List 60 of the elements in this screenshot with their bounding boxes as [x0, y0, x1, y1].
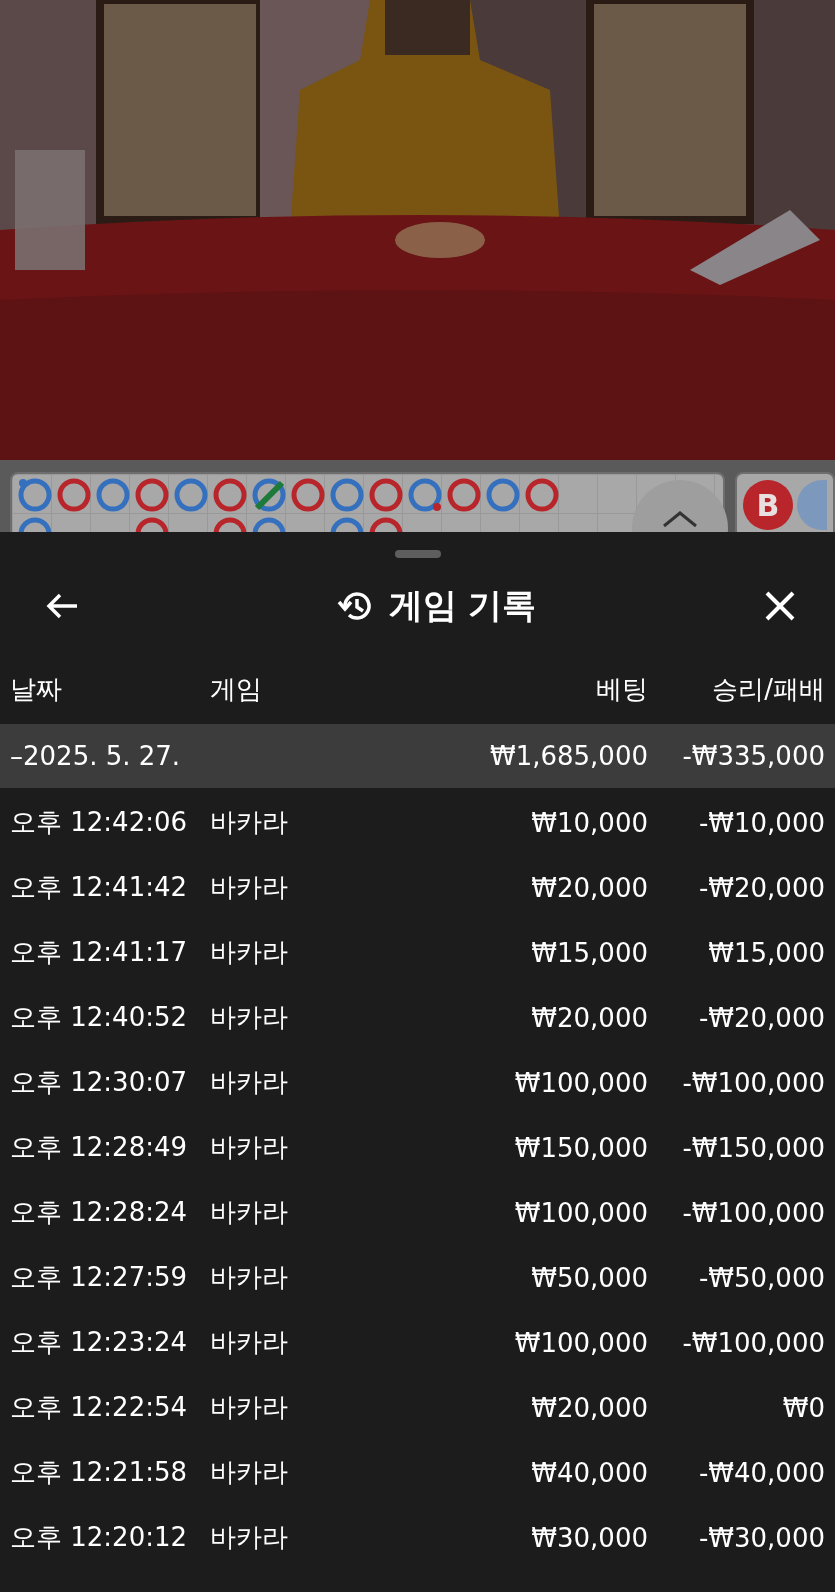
table-cell-text: -₩40,000 — [697, 1457, 825, 1488]
table-cell-text: 바카라 — [210, 1131, 289, 1164]
table-cell-text: ₩100,000 — [513, 1067, 648, 1098]
date-group-row[interactable]: –2025. 5. 27. ₩1,685,000 -₩335,000 — [0, 724, 835, 788]
table-cell-text: 바카라 — [210, 1326, 289, 1359]
table-cell-text: 오후 12:27:59 — [10, 1261, 189, 1294]
chevron-up-icon — [660, 508, 700, 530]
table-cell-text: ₩50,000 — [530, 1262, 648, 1293]
table-cell-text: 오후 12:40:52 — [10, 1001, 189, 1034]
table-cell-text: 오후 12:23:24 — [10, 1326, 189, 1359]
table-cell-text: ₩20,000 — [530, 1002, 648, 1033]
table-cell-text: -₩30,000 — [697, 1522, 825, 1553]
table-cell-text: ₩150,000 — [513, 1132, 648, 1163]
column-header: 게임 — [210, 672, 263, 706]
table-cell-text: ₩0 — [781, 1392, 825, 1423]
table-cell-text: -₩100,000 — [681, 1327, 825, 1358]
table-cell-text: ₩15,000 — [530, 937, 648, 968]
table-cell-text: 오후 12:41:42 — [10, 871, 189, 904]
column-header: 베팅 — [595, 672, 648, 706]
table-cell-text: -₩20,000 — [697, 872, 825, 903]
table-cell-text: 오후 12:28:24 — [10, 1196, 189, 1229]
table-cell-text: 바카라 — [210, 1066, 289, 1099]
table-cell-text: -₩100,000 — [681, 1067, 825, 1098]
group-result-total: -₩335,000 — [681, 741, 825, 771]
table-cell-text: 바카라 — [210, 806, 289, 839]
table-cell-text: 오후 12:28:49 — [10, 1131, 189, 1164]
table-cell-text: 바카라 — [210, 871, 289, 904]
table-cell-text: 바카라 — [210, 1196, 289, 1229]
table-cell-text: ₩20,000 — [530, 872, 648, 903]
drag-handle[interactable] — [394, 550, 441, 558]
group-bet-total: ₩1,685,000 — [488, 741, 648, 771]
table-cell-text: 바카라 — [210, 1391, 289, 1424]
group-date: –2025. 5. 27. — [10, 741, 182, 771]
sheet-title: 게임 기록 — [388, 584, 537, 627]
table-cell-text: 오후 12:22:54 — [10, 1391, 189, 1424]
banker-badge: B — [743, 480, 793, 530]
column-header: 날짜 — [10, 672, 63, 706]
table-cell-text: ₩15,000 — [707, 937, 825, 968]
table-cell-text: ₩10,000 — [530, 807, 648, 838]
table-cell-text: ₩40,000 — [530, 1457, 648, 1488]
table-cell-text: ₩30,000 — [530, 1522, 648, 1553]
table-cell-text: 오후 12:42:06 — [10, 806, 189, 839]
table-cell-text: ₩100,000 — [513, 1197, 648, 1228]
table-cell-text: 바카라 — [210, 1521, 289, 1554]
table-cell-text: -₩100,000 — [681, 1197, 825, 1228]
table-cell-text: ₩20,000 — [530, 1392, 648, 1423]
table-cell-text: 오후 12:20:12 — [10, 1521, 189, 1554]
table-cell-text: -₩150,000 — [681, 1132, 825, 1163]
table-cell-text: ₩100,000 — [513, 1327, 648, 1358]
table-cell-text: 오후 12:30:07 — [10, 1066, 189, 1099]
table-cell-text: 바카라 — [210, 1456, 289, 1489]
table-cell-text: 오후 12:41:17 — [10, 936, 189, 969]
table-cell-text: -₩20,000 — [697, 1002, 825, 1033]
column-header: 승리/패배 — [711, 672, 825, 706]
table-cell-text: 오후 12:21:58 — [10, 1456, 189, 1489]
table-cell-text: 바카라 — [210, 1261, 289, 1294]
table-cell-text: 바카라 — [210, 936, 289, 969]
table-cell-text: -₩50,000 — [697, 1262, 825, 1293]
table-cell-text: 바카라 — [210, 1001, 289, 1034]
table-cell-text: -₩10,000 — [697, 807, 825, 838]
